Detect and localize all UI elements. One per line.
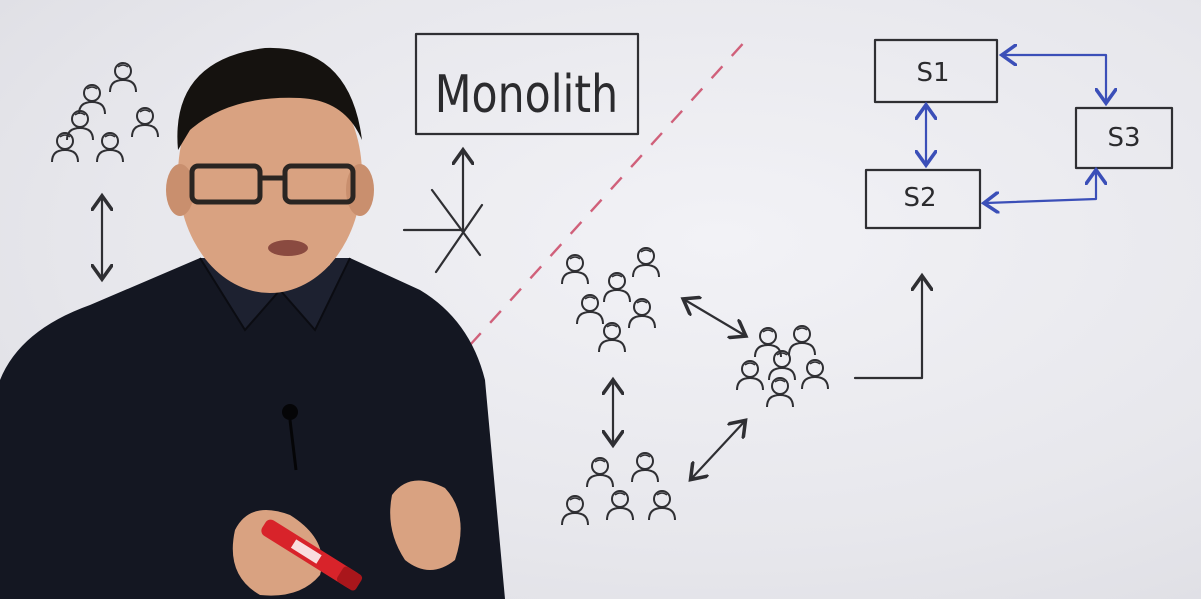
team-group-right	[736, 325, 829, 408]
team-arrow	[685, 300, 744, 335]
service-label-s1: S1	[916, 58, 949, 88]
service-label-s3: S3	[1107, 123, 1140, 153]
whiteboard-drawing: Monolith S1 S2 S3	[0, 32, 1174, 599]
monolith-label: Monolith	[435, 65, 618, 125]
strike-mark	[434, 203, 484, 274]
team-group-top-left	[51, 62, 159, 163]
service-arrow-s2-s3	[986, 172, 1096, 203]
presenter	[0, 47, 505, 599]
team-group-center	[561, 247, 660, 353]
team-group-bottom	[561, 452, 676, 526]
whiteboard-scene: Monolith S1 S2 S3	[0, 0, 1201, 599]
service-label-s2: S2	[903, 183, 936, 213]
services-arrow	[853, 278, 922, 380]
lapel-microphone	[282, 404, 298, 420]
service-arrow-s1-s3	[1004, 55, 1106, 101]
team-arrow	[692, 422, 744, 478]
strike-mark	[430, 188, 482, 257]
